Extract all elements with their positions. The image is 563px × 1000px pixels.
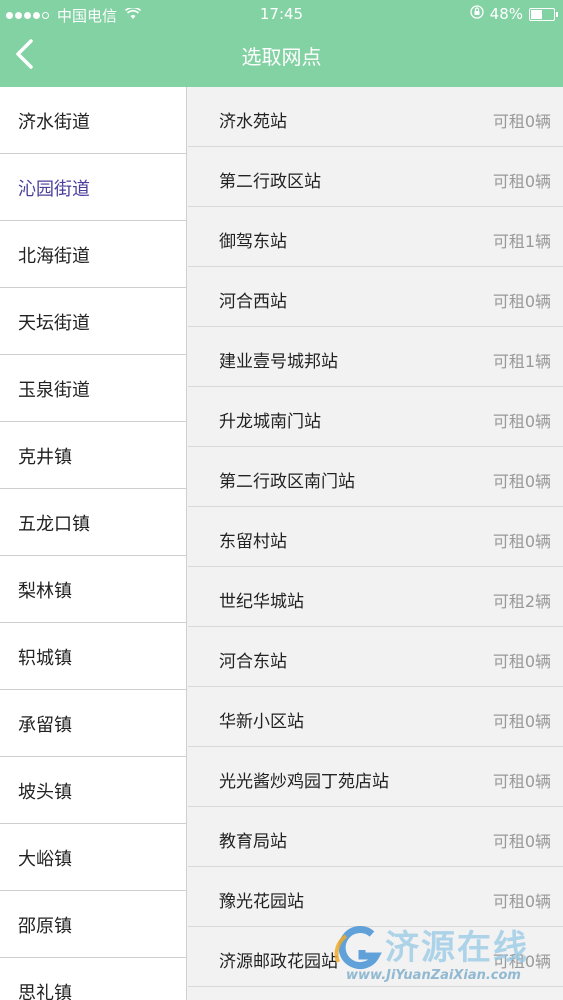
sidebar-item[interactable]: 邵原镇 xyxy=(0,891,186,958)
station-availability: 可租0辆 xyxy=(492,832,551,851)
sidebar-item-label: 承留镇 xyxy=(18,715,72,736)
sidebar-item-label: 玉泉街道 xyxy=(18,380,90,401)
sidebar-item[interactable]: 坡头镇 xyxy=(0,757,186,824)
station-row[interactable]: 教育局站 可租0辆 xyxy=(188,807,563,867)
station-name: 豫光花园站 xyxy=(219,892,304,912)
station-availability: 可租0辆 xyxy=(492,412,551,431)
station-availability: 可租0辆 xyxy=(492,652,551,671)
station-name: 光光酱炒鸡园丁苑店站 xyxy=(219,772,389,792)
orientation-lock-icon xyxy=(470,5,484,23)
sidebar-item-label: 济水街道 xyxy=(18,112,90,133)
sidebar-item[interactable]: 轵城镇 xyxy=(0,623,186,690)
sidebar-item-label: 坡头镇 xyxy=(18,782,72,803)
station-availability: 可租2辆 xyxy=(492,592,551,611)
sidebar-item-label: 轵城镇 xyxy=(18,648,72,669)
station-availability: 可租0辆 xyxy=(492,772,551,791)
sidebar-item-label: 梨林镇 xyxy=(18,581,72,602)
station-availability: 可租1辆 xyxy=(492,352,551,371)
station-row[interactable]: 升龙城南门站 可租0辆 xyxy=(188,387,563,447)
sidebar-item[interactable]: 济水街道 xyxy=(0,87,186,154)
header: 中国电信 17:45 48% 选取网点 xyxy=(0,0,563,87)
station-availability: 可租0辆 xyxy=(492,172,551,191)
sidebar-item[interactable]: 梨林镇 xyxy=(0,556,186,623)
sidebar-item-label: 大峪镇 xyxy=(18,849,72,870)
station-availability: 可租0辆 xyxy=(492,892,551,911)
station-row[interactable]: 豫光花园站 可租0辆 xyxy=(188,867,563,927)
station-row[interactable]: 济源邮政花园站 可租0辆 xyxy=(188,927,563,987)
sidebar-item[interactable]: 玉泉街道 xyxy=(0,355,186,422)
station-availability: 可租0辆 xyxy=(492,112,551,131)
station-name: 御驾东站 xyxy=(219,232,287,252)
station-name: 世纪华城站 xyxy=(219,592,304,612)
station-row[interactable]: 光光酱炒鸡园丁苑店站 可租0辆 xyxy=(188,747,563,807)
station-name: 东留村站 xyxy=(219,532,287,552)
station-row[interactable]: 世纪华城站 可租2辆 xyxy=(188,567,563,627)
page-title: 选取网点 xyxy=(241,45,322,69)
station-list: 济水苑站 可租0辆 第二行政区站 可租0辆 御驾东站 可租1辆 河合西站 可租0辆 建业壹号城邦… xyxy=(188,87,563,1000)
station-row[interactable]: 河合西站 可租0辆 xyxy=(188,267,563,327)
station-row[interactable]: 建业壹号城邦站 可租1辆 xyxy=(188,327,563,387)
station-availability: 可租0辆 xyxy=(492,712,551,731)
sidebar-item-label: 五龙口镇 xyxy=(18,514,90,535)
station-name: 第二行政区南门站 xyxy=(219,472,355,492)
station-row[interactable]: 华新小区站 可租0辆 xyxy=(188,687,563,747)
sidebar-item[interactable]: 承留镇 xyxy=(0,690,186,757)
sidebar-item[interactable]: 沁园街道 xyxy=(0,154,186,221)
sidebar-item[interactable]: 大峪镇 xyxy=(0,824,186,891)
station-name: 河合西站 xyxy=(219,292,287,312)
station-availability: 可租0辆 xyxy=(492,292,551,311)
sidebar-item[interactable]: 克井镇 xyxy=(0,422,186,489)
sidebar-item[interactable]: 天坛街道 xyxy=(0,288,186,355)
station-availability: 可租0辆 xyxy=(492,472,551,491)
station-name: 升龙城南门站 xyxy=(219,412,321,432)
station-name: 济水苑站 xyxy=(219,112,287,132)
district-sidebar: 济水街道沁园街道北海街道天坛街道玉泉街道克井镇五龙口镇梨林镇轵城镇承留镇坡头镇大… xyxy=(0,87,187,1000)
sidebar-item-label: 沁园街道 xyxy=(18,179,90,200)
sidebar-item[interactable]: 五龙口镇 xyxy=(0,489,186,556)
station-availability: 可租0辆 xyxy=(492,952,551,971)
station-row[interactable]: 济水苑站 可租0辆 xyxy=(188,87,563,147)
station-row[interactable]: 御驾东站 可租1辆 xyxy=(188,207,563,267)
station-availability: 可租1辆 xyxy=(492,232,551,251)
sidebar-item-label: 克井镇 xyxy=(18,447,72,468)
battery-percent: 48% xyxy=(489,5,523,23)
station-row[interactable]: 第二行政区南门站 可租0辆 xyxy=(188,447,563,507)
station-name: 教育局站 xyxy=(219,832,287,852)
sidebar-item[interactable]: 北海街道 xyxy=(0,221,186,288)
sidebar-item-label: 思礼镇 xyxy=(18,983,72,1000)
station-row[interactable]: 河合东站 可租0辆 xyxy=(188,627,563,687)
station-name: 河合东站 xyxy=(219,652,287,672)
station-row[interactable]: 东留村站 可租0辆 xyxy=(188,507,563,567)
station-name: 济源邮政花园站 xyxy=(219,952,338,972)
sidebar-item-label: 北海街道 xyxy=(18,246,90,267)
battery-icon xyxy=(529,7,558,21)
sidebar-item-label: 邵原镇 xyxy=(18,916,72,937)
station-name: 第二行政区站 xyxy=(219,172,321,192)
station-row[interactable]: 第二行政区站 可租0辆 xyxy=(188,147,563,207)
station-name: 华新小区站 xyxy=(219,712,304,732)
sidebar-item[interactable]: 思礼镇 xyxy=(0,958,186,1000)
sidebar-item-label: 天坛街道 xyxy=(18,313,90,334)
station-availability: 可租0辆 xyxy=(492,532,551,551)
status-bar: 中国电信 17:45 48% xyxy=(0,0,563,30)
station-name: 建业壹号城邦站 xyxy=(219,352,338,372)
